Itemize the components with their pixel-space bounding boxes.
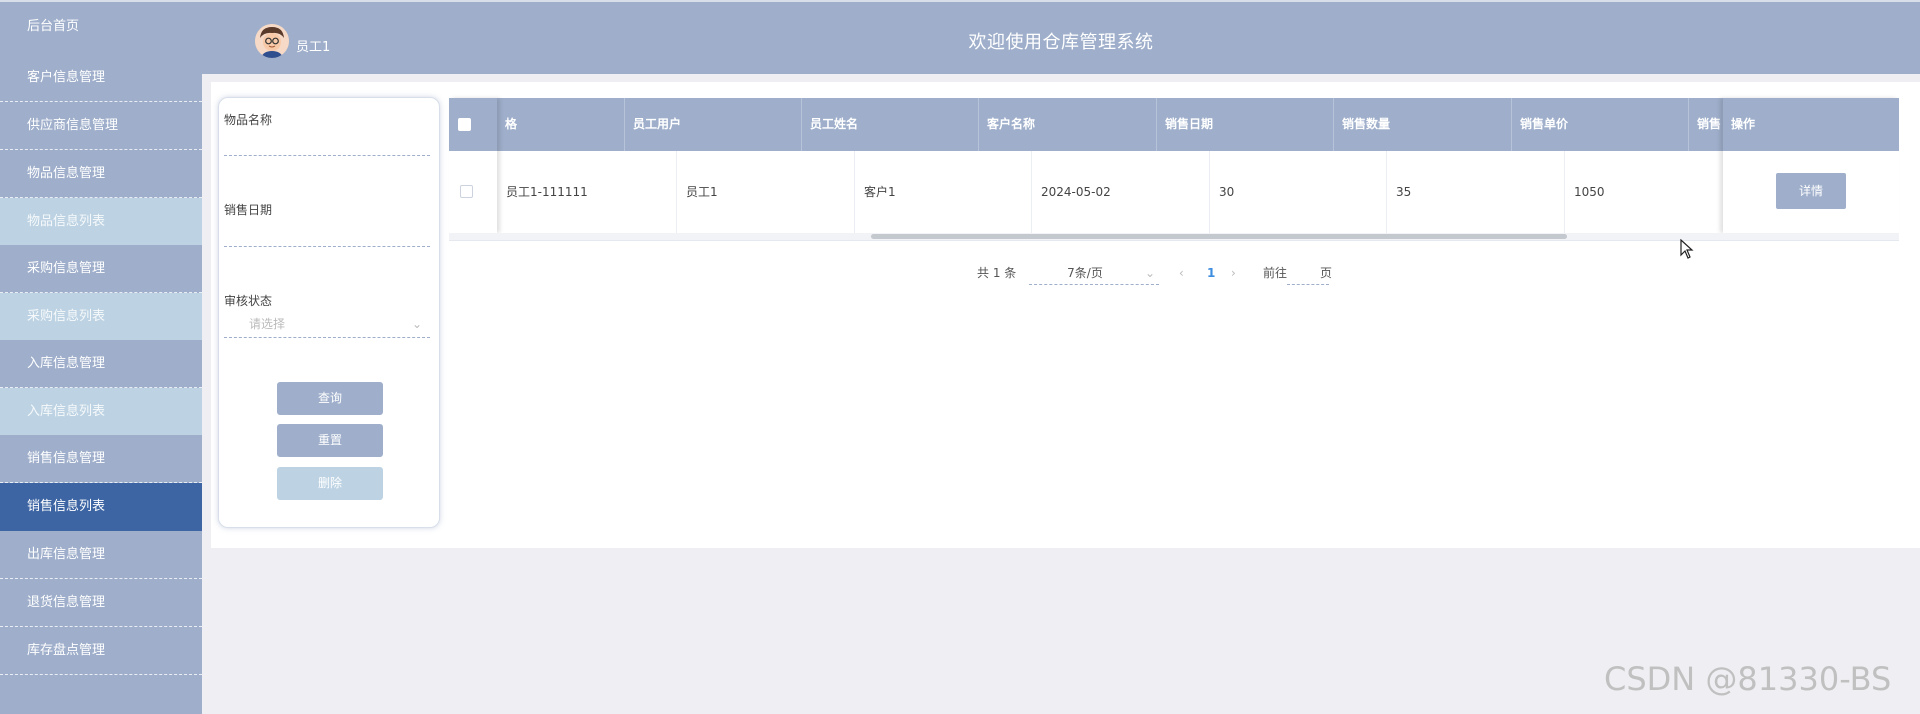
page-title: 欢迎使用仓库管理系统	[968, 32, 1154, 53]
column-header: 操作	[1731, 117, 1756, 131]
next-page-icon[interactable]: ›	[1231, 261, 1236, 285]
row-checkbox[interactable]	[460, 185, 473, 198]
audit-status-select[interactable]: 请选择 ⌄	[224, 310, 430, 338]
sidebar-item-inbound-list[interactable]: 入库信息列表	[0, 388, 202, 435]
reset-button[interactable]: 重置	[277, 424, 383, 457]
column-header: 格	[497, 98, 625, 151]
main-panel: 物品名称 销售日期 审核状态 请选择 ⌄ 查询 重置 删除 格 员工用户 员工姓…	[211, 82, 1920, 548]
search-form: 物品名称 销售日期 审核状态 请选择 ⌄ 查询 重置 删除	[218, 97, 440, 528]
sidebar-item-customer[interactable]: 客户信息管理	[0, 54, 202, 102]
table-cell: 35	[1387, 151, 1565, 233]
selection-column	[449, 98, 497, 233]
sales-table: 格 员工用户 员工姓名 客户名称 销售日期 销售数量 销售单价 销售 员工1-1…	[449, 98, 1899, 241]
chevron-down-icon: ⌄	[411, 317, 422, 331]
sidebar-item-home[interactable]: 后台首页	[0, 2, 202, 54]
audit-status-placeholder: 请选择	[249, 317, 286, 331]
detail-button[interactable]: 详情	[1776, 173, 1846, 209]
sidebar-item-sales[interactable]: 销售信息管理	[0, 435, 202, 483]
scrollbar-thumb[interactable]	[871, 234, 1567, 239]
sidebar-item-purchase[interactable]: 采购信息管理	[0, 245, 202, 293]
item-name-label: 物品名称	[224, 113, 273, 127]
column-header: 员工姓名	[802, 98, 979, 151]
audit-status-label: 审核状态	[224, 294, 273, 308]
page-suffix-label: 页	[1320, 266, 1333, 280]
column-header: 销售数量	[1334, 98, 1512, 151]
column-header: 销售日期	[1157, 98, 1334, 151]
page-size-select[interactable]: 7条/页 ⌄	[1029, 261, 1159, 285]
table-cell: 员工1-111111	[497, 151, 677, 233]
sidebar-item-goods[interactable]: 物品信息管理	[0, 150, 202, 198]
table-row: 员工1-111111 员工1 客户1 2024-05-02 30 35 1050	[449, 151, 1899, 233]
sidebar-item-stocktake[interactable]: 库存盘点管理	[0, 627, 202, 675]
goto-label: 前往	[1263, 266, 1288, 280]
sidebar-item-inbound[interactable]: 入库信息管理	[0, 340, 202, 388]
sale-date-label: 销售日期	[224, 203, 273, 217]
mouse-cursor-icon	[1680, 239, 1694, 259]
sidebar-item-purchase-list[interactable]: 采购信息列表	[0, 293, 202, 340]
pagination-total: 共 1 条	[977, 266, 1017, 280]
table-cell: 30	[1210, 151, 1387, 233]
select-all-checkbox[interactable]	[458, 118, 471, 131]
action-column: 操作 详情	[1723, 98, 1899, 233]
sidebar: 后台首页 客户信息管理 供应商信息管理 物品信息管理 物品信息列表 采购信息管理…	[0, 0, 202, 714]
column-header: 员工用户	[625, 98, 802, 151]
top-header: 员工1 欢迎使用仓库管理系统	[202, 0, 1920, 74]
delete-button[interactable]: 删除	[277, 467, 383, 500]
sidebar-item-goods-list[interactable]: 物品信息列表	[0, 198, 202, 245]
table-cell: 员工1	[677, 151, 855, 233]
table-cell: 客户1	[855, 151, 1032, 233]
table-cell: 1050	[1574, 185, 1605, 199]
sidebar-item-supplier[interactable]: 供应商信息管理	[0, 102, 202, 150]
watermark: CSDN @81330-BS	[1604, 660, 1892, 698]
column-header: 客户名称	[979, 98, 1157, 151]
item-name-input[interactable]	[224, 128, 430, 156]
table-header: 格 员工用户 员工姓名 客户名称 销售日期 销售数量 销售单价 销售	[449, 98, 1899, 151]
chevron-down-icon: ⌄	[1144, 266, 1155, 280]
query-button[interactable]: 查询	[277, 382, 383, 415]
sidebar-item-returns[interactable]: 退货信息管理	[0, 579, 202, 627]
sale-date-input[interactable]	[224, 219, 430, 247]
sidebar-item-sales-list[interactable]: 销售信息列表	[0, 483, 202, 531]
prev-page-icon[interactable]: ‹	[1179, 261, 1184, 285]
sidebar-item-outbound[interactable]: 出库信息管理	[0, 531, 202, 579]
page-size-value: 7条/页	[1067, 266, 1103, 280]
page-number-current[interactable]: 1	[1207, 261, 1215, 285]
table-cell: 2024-05-02	[1032, 151, 1210, 233]
column-header: 销售单价	[1512, 98, 1689, 151]
